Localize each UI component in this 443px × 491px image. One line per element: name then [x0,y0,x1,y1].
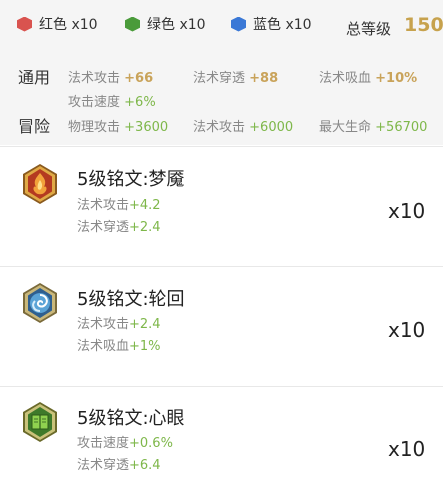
adventure-bonus: 法术攻击 +6000 [193,116,293,135]
bonus-value: +3600 [124,120,169,135]
rune-stat-value: +0.6% [129,436,173,451]
rune-stat: 攻击速度+0.6% [77,432,173,451]
general-bonus: 法术攻击 +66 [68,67,153,86]
rune-stat: 法术攻击+4.2 [77,194,161,213]
red-hexagon-icon [17,16,32,32]
rune-card[interactable]: 5级铭文:轮回 法术攻击+2.4 法术吸血+1% x10 [0,266,443,386]
bonus-name: 法术穿透 [193,71,246,86]
rune-stat-name: 法术穿透 [77,458,130,473]
rune-stat: 法术吸血+1% [77,335,161,354]
adventure-bonus: 物理攻击 +3600 [68,116,168,135]
bonus-value: +10% [375,71,418,86]
total-level-label: 总等级 [346,20,392,38]
bonus-value: +88 [249,71,279,86]
green-rune-total-label: 绿色 x10 [147,17,206,33]
general-category-label: 通用 [18,68,51,87]
rune-stat-name: 攻击速度 [77,436,130,451]
adventure-category-label: 冒险 [18,117,51,136]
bonus-value: +66 [124,71,154,86]
bonus-value: +6000 [249,120,294,135]
rune-title: 5级铭文:梦魇 [77,169,185,190]
blue-swirl-rune-icon [23,283,57,323]
rune-title: 5级铭文:轮回 [77,289,185,310]
bonus-name: 物理攻击 [68,120,121,135]
rune-stat-value: +2.4 [129,317,161,332]
rune-card[interactable]: 5级铭文:心眼 攻击速度+0.6% 法术穿透+6.4 x10 [0,386,443,491]
general-bonus: 攻击速度 +6% [68,91,156,110]
bonus-value: +6% [124,95,156,110]
bonus-name: 法术吸血 [319,71,372,86]
blue-rune-total: 蓝色 x10 [231,14,312,34]
rune-color-totals: 红色 x10 绿色 x10 蓝色 x10 总等级 150 [0,14,443,42]
rune-stat: 法术攻击+2.4 [77,313,161,332]
rune-stat: 法术穿透+2.4 [77,216,161,235]
adventure-bonus: 最大生命 +56700 [319,116,427,135]
rune-quantity: x10 [388,318,426,342]
rune-title: 5级铭文:心眼 [77,408,185,429]
green-book-rune-icon [23,402,57,442]
rune-stat: 法术穿透+6.4 [77,454,161,473]
rune-stat-value: +2.4 [129,220,161,235]
green-rune-total: 绿色 x10 [125,14,206,34]
rune-stat-name: 法术穿透 [77,220,130,235]
total-level-value: 150 [404,14,443,36]
rune-quantity: x10 [388,199,426,223]
bonus-name: 攻击速度 [68,95,121,110]
rune-stat-name: 法术攻击 [77,317,130,332]
red-rune-total: 红色 x10 [17,14,98,34]
general-bonus: 法术吸血 +10% [319,67,417,86]
red-flame-rune-icon [23,164,57,204]
rune-stat-name: 法术吸血 [77,339,130,354]
blue-hexagon-icon [231,16,246,32]
rune-card[interactable]: 5级铭文:梦魇 法术攻击+4.2 法术穿透+2.4 x10 [0,146,443,266]
rune-summary-panel: 红色 x10 绿色 x10 蓝色 x10 总等级 150 通用 法术攻击 +66… [0,0,443,145]
rune-quantity: x10 [388,437,426,461]
rune-stat-value: +4.2 [129,198,161,213]
bonus-name: 法术攻击 [193,120,246,135]
bonus-name: 最大生命 [319,120,372,135]
red-rune-total-label: 红色 x10 [39,17,98,33]
rune-stat-name: 法术攻击 [77,198,130,213]
blue-rune-total-label: 蓝色 x10 [253,17,312,33]
bonus-value: +56700 [375,120,428,135]
general-bonus: 法术穿透 +88 [193,67,278,86]
rune-stat-value: +6.4 [129,458,161,473]
rune-stat-value: +1% [129,339,161,354]
green-hexagon-icon [125,16,140,32]
bonus-name: 法术攻击 [68,71,121,86]
